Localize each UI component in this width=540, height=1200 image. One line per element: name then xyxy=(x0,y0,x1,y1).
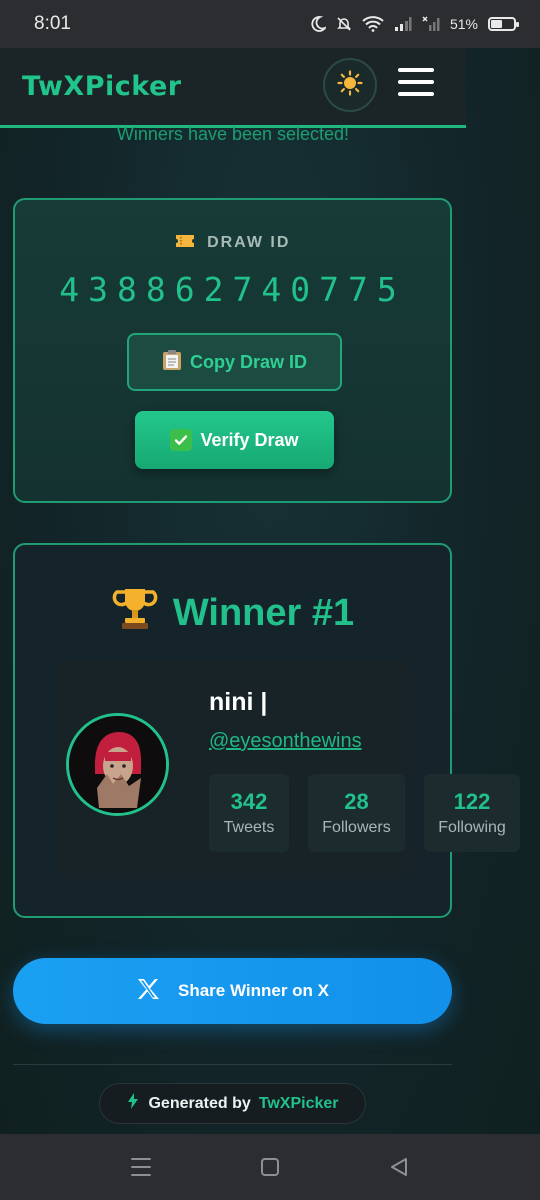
generated-by-label: Generated by xyxy=(148,1094,251,1112)
stat-label: Tweets xyxy=(223,819,275,836)
stat-value: 28 xyxy=(344,789,369,814)
signal-icon xyxy=(394,16,412,32)
wifi-icon xyxy=(362,16,384,32)
status-icons: 51% xyxy=(310,16,519,32)
bell-off-icon xyxy=(336,16,352,32)
sun-icon xyxy=(337,69,363,101)
generated-by-badge[interactable]: Generated by TwXPicker xyxy=(99,1083,366,1124)
winner-avatar[interactable] xyxy=(66,713,169,816)
battery-fill xyxy=(491,20,503,28)
stat-tweets: 342 Tweets xyxy=(209,774,289,852)
stat-value: 342 xyxy=(230,789,268,814)
stat-following: 122 Following xyxy=(424,774,520,852)
draw-id-label-row: DRAW ID xyxy=(15,234,450,252)
share-winner-button[interactable]: Share Winner on X xyxy=(13,958,452,1024)
stat-label: Followers xyxy=(322,819,391,836)
system-nav-bar xyxy=(0,1134,540,1200)
stat-followers: 28 Followers xyxy=(308,774,405,852)
home-icon[interactable] xyxy=(260,1156,280,1183)
status-bar: 8:01 51% xyxy=(0,0,540,48)
status-time: 8:01 xyxy=(34,13,71,34)
moon-icon xyxy=(310,16,326,32)
app-logo[interactable]: TwXPicker xyxy=(22,71,182,102)
stat-label: Following xyxy=(438,819,506,836)
copy-draw-id-label: Copy Draw ID xyxy=(189,351,308,372)
winner-title-row: Winner #1 xyxy=(15,585,450,641)
copy-draw-id-button[interactable]: Copy Draw ID xyxy=(127,333,342,391)
app-header: TwXPicker xyxy=(0,48,466,128)
theme-toggle-button[interactable] xyxy=(323,58,377,112)
check-box-icon xyxy=(170,429,193,451)
x-logo-icon xyxy=(136,978,160,1005)
recent-apps-icon[interactable] xyxy=(131,1156,151,1183)
share-winner-label: Share Winner on X xyxy=(178,981,329,1000)
winner-title: Winner #1 xyxy=(172,591,355,634)
stat-value: 122 xyxy=(453,789,491,814)
divider xyxy=(13,1064,452,1065)
ticket-icon xyxy=(175,234,201,251)
winner-handle-link[interactable]: @eyesonthewins xyxy=(209,730,362,753)
draw-id-card: DRAW ID 438862740775 Copy Draw ID Verify… xyxy=(13,198,452,503)
winners-selected-message: Winners have been selected! xyxy=(116,124,350,144)
draw-id-label: DRAW ID xyxy=(207,234,291,251)
verify-draw-button[interactable]: Verify Draw xyxy=(135,411,334,469)
battery-percent: 51% xyxy=(449,16,478,32)
lightning-icon xyxy=(126,1092,140,1115)
hamburger-menu-icon[interactable] xyxy=(398,68,434,96)
signal-x-icon xyxy=(422,16,440,32)
generated-by-brand: TwXPicker xyxy=(258,1094,339,1112)
clipboard-icon xyxy=(162,349,182,376)
trophy-icon xyxy=(111,585,159,641)
draw-id-value: 438862740775 xyxy=(59,270,406,309)
back-icon[interactable] xyxy=(389,1156,409,1183)
winner-display-name: nini | xyxy=(209,688,268,716)
verify-draw-label: Verify Draw xyxy=(200,429,299,450)
battery-icon xyxy=(488,17,519,31)
